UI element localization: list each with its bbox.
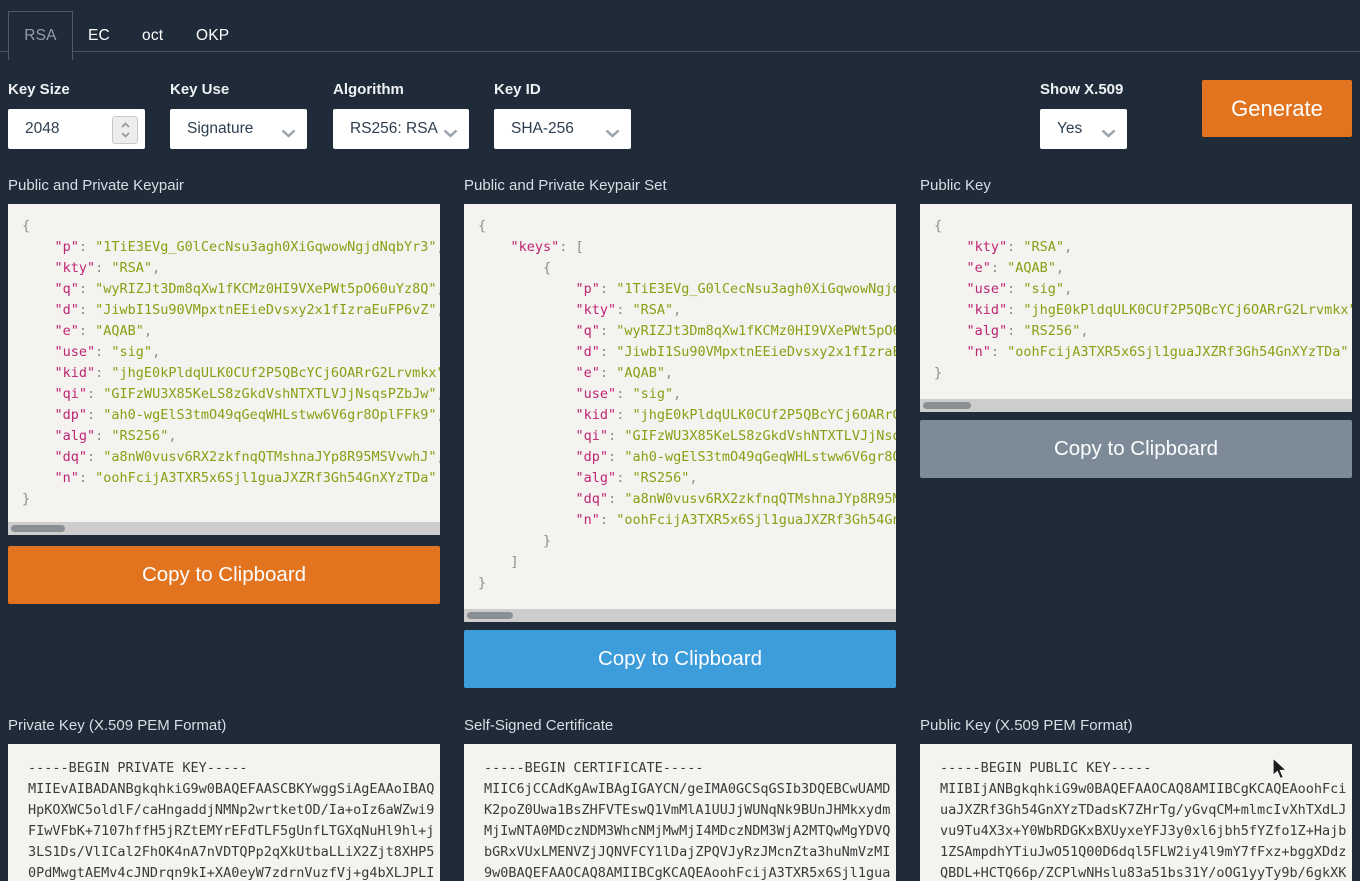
- scrollbar-thumb[interactable]: [11, 525, 65, 532]
- key-use-value: Signature: [187, 120, 253, 138]
- algorithm-select[interactable]: RS256: RSA: [333, 109, 469, 149]
- key-size-value: 2048: [25, 120, 59, 138]
- show-x509-select[interactable]: Yes: [1040, 109, 1127, 149]
- certificate-panel: -----BEGIN CERTIFICATE----- MIIC6jCCAdKg…: [464, 744, 896, 881]
- algorithm-value: RS256: RSA: [350, 120, 438, 138]
- key-use-select[interactable]: Signature: [170, 109, 307, 149]
- chevron-down-icon: [1101, 125, 1116, 143]
- generate-button[interactable]: Generate: [1202, 80, 1352, 137]
- jwk-generator-page: { "tabs": { "items": [ {"label": "RSA", …: [0, 0, 1360, 881]
- copy-keypair-button[interactable]: Copy to Clipboard: [8, 546, 440, 604]
- private-pem-title: Private Key (X.509 PEM Format): [8, 717, 226, 734]
- copy-keypair-set-button[interactable]: Copy to Clipboard: [464, 630, 896, 688]
- key-size-label: Key Size: [8, 81, 70, 98]
- public-key-json-panel: { "kty": "RSA", "e": "AQAB", "use": "sig…: [920, 204, 1352, 412]
- chevron-down-icon: [443, 125, 458, 143]
- public-pem-title: Public Key (X.509 PEM Format): [920, 717, 1133, 734]
- show-x509-value: Yes: [1057, 120, 1082, 138]
- keypair-json-panel: { "p": "1TiE3EVg_G0lCecNsu3agh0XiGqwowNg…: [8, 204, 440, 535]
- public-key-json-code: { "kty": "RSA", "e": "AQAB", "use": "sig…: [920, 204, 1352, 384]
- copy-public-key-button[interactable]: Copy to Clipboard: [920, 420, 1352, 478]
- chevron-down-icon: [605, 125, 620, 143]
- key-id-select[interactable]: SHA-256: [494, 109, 631, 149]
- key-id-value: SHA-256: [511, 120, 574, 138]
- number-spinner-icon[interactable]: [112, 116, 138, 144]
- public-key-title: Public Key: [920, 177, 991, 194]
- tab-ec[interactable]: EC: [88, 27, 110, 45]
- key-id-label: Key ID: [494, 81, 541, 98]
- keypair-json-code: { "p": "1TiE3EVg_G0lCecNsu3agh0XiGqwowNg…: [8, 204, 440, 510]
- key-size-input[interactable]: 2048: [8, 109, 145, 149]
- private-pem-panel: -----BEGIN PRIVATE KEY----- MIIEvAIBADAN…: [8, 744, 440, 881]
- keypair-set-json-code: { "keys": [ { "p": "1TiE3EVg_G0lCecNsu3a…: [464, 204, 896, 594]
- algorithm-label: Algorithm: [333, 81, 404, 98]
- horizontal-scrollbar[interactable]: [8, 522, 440, 535]
- chevron-down-icon: [281, 125, 296, 143]
- horizontal-scrollbar[interactable]: [920, 399, 1352, 412]
- certificate-title: Self-Signed Certificate: [464, 717, 613, 734]
- keypair-set-json-panel: { "keys": [ { "p": "1TiE3EVg_G0lCecNsu3a…: [464, 204, 896, 622]
- certificate-text: -----BEGIN CERTIFICATE----- MIIC6jCCAdKg…: [464, 744, 896, 881]
- mouse-cursor: [1272, 757, 1289, 786]
- tab-oct[interactable]: oct: [142, 27, 163, 45]
- tab-bar: RSA EC oct OKP: [0, 0, 1360, 60]
- tab-okp[interactable]: OKP: [196, 27, 229, 45]
- key-use-label: Key Use: [170, 81, 229, 98]
- horizontal-scrollbar[interactable]: [464, 609, 896, 622]
- tab-bar-divider: [0, 51, 1360, 52]
- private-pem-text: -----BEGIN PRIVATE KEY----- MIIEvAIBADAN…: [8, 744, 440, 881]
- scrollbar-thumb[interactable]: [467, 612, 513, 619]
- keypair-set-title: Public and Private Keypair Set: [464, 177, 667, 194]
- scrollbar-thumb[interactable]: [923, 402, 971, 409]
- show-x509-label: Show X.509: [1040, 81, 1123, 98]
- keypair-title: Public and Private Keypair: [8, 177, 184, 194]
- tab-rsa[interactable]: RSA: [8, 11, 73, 60]
